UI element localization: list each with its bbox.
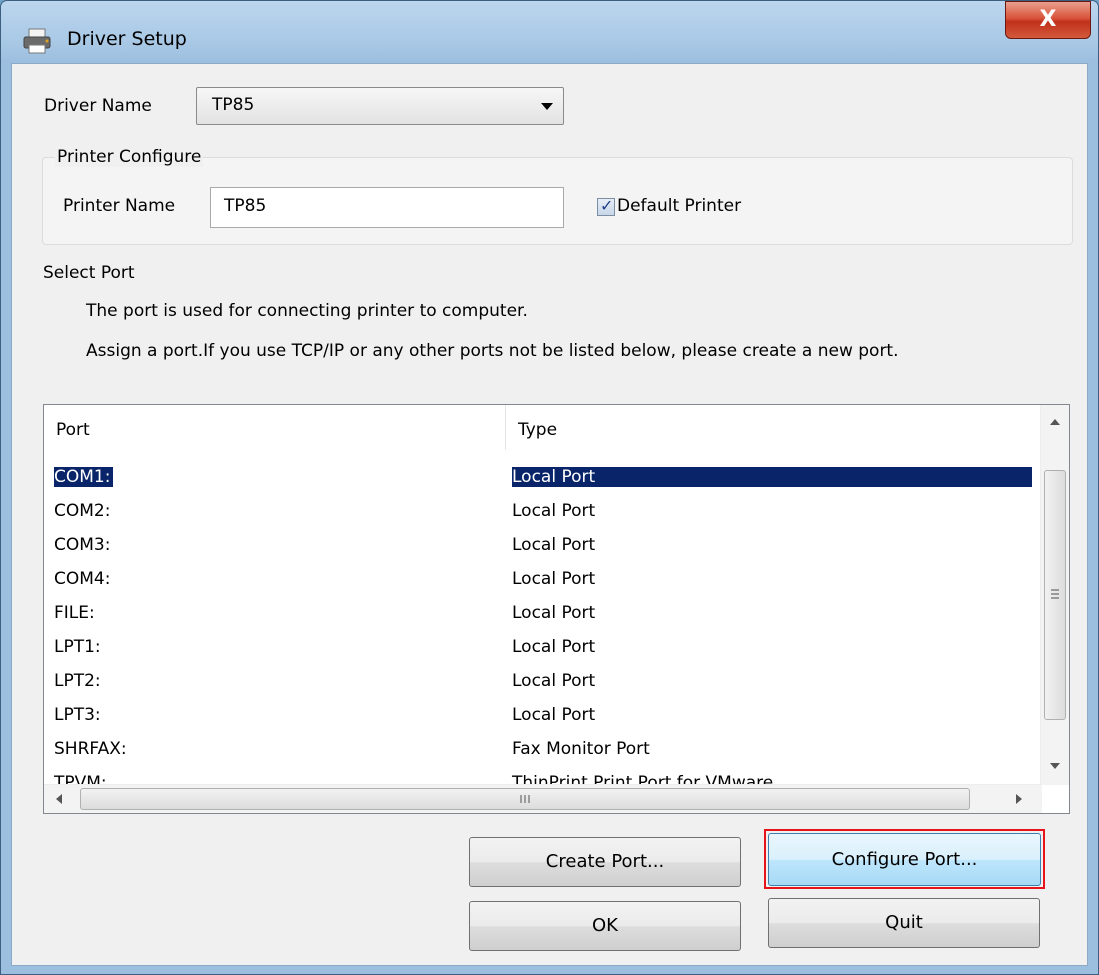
- table-row[interactable]: COM1: Local Port: [54, 461, 1032, 495]
- horizontal-scrollbar[interactable]: [44, 784, 1042, 813]
- driver-name-value: TP85: [212, 95, 255, 115]
- select-port-heading: Select Port: [43, 263, 135, 283]
- printer-name-input[interactable]: TP85: [210, 187, 564, 228]
- printer-icon: [23, 28, 51, 54]
- default-printer-checkbox[interactable]: ✓: [597, 196, 615, 216]
- scroll-left-icon[interactable]: [56, 794, 62, 804]
- port-list[interactable]: Port Type COM1: Local Port COM2: Local Por…: [43, 404, 1070, 814]
- scroll-up-icon[interactable]: [1050, 419, 1060, 425]
- scroll-down-icon[interactable]: [1050, 763, 1060, 769]
- table-row[interactable]: COM2: Local Port: [54, 495, 1032, 529]
- table-row[interactable]: COM4: Local Port: [54, 563, 1032, 597]
- dialog-body: Driver Name TP85 Printer Configure Print…: [11, 63, 1088, 966]
- table-row[interactable]: COM3: Local Port: [54, 529, 1032, 563]
- close-button[interactable]: X: [1005, 1, 1091, 39]
- grip-icon: [520, 795, 530, 803]
- default-printer-label[interactable]: Default Printer: [617, 196, 741, 216]
- select-port-description-2: Assign a port.If you use TCP/IP or any o…: [86, 341, 899, 361]
- printer-name-label: Printer Name: [63, 196, 176, 216]
- quit-button[interactable]: Quit: [768, 898, 1040, 948]
- driver-name-label: Driver Name: [44, 96, 152, 116]
- vertical-scrollbar[interactable]: [1040, 405, 1069, 785]
- table-row[interactable]: FILE: Local Port: [54, 597, 1032, 631]
- table-row[interactable]: SHRFAX: Fax Monitor Port: [54, 733, 1032, 767]
- printer-configure-label: Printer Configure: [55, 147, 204, 167]
- grip-icon: [1051, 589, 1059, 599]
- column-header-type[interactable]: Type: [506, 405, 1042, 450]
- dropdown-arrow-icon: [541, 103, 553, 110]
- table-row[interactable]: LPT2: Local Port: [54, 665, 1032, 699]
- checkmark-icon: ✓: [600, 196, 614, 215]
- driver-setup-window: Driver Setup X Driver Name TP85 Printer …: [0, 0, 1099, 975]
- table-row[interactable]: LPT3: Local Port: [54, 699, 1032, 733]
- printer-name-value: TP85: [224, 196, 267, 216]
- driver-name-combo[interactable]: TP85: [196, 87, 564, 125]
- ok-button[interactable]: OK: [469, 901, 741, 951]
- horizontal-scroll-thumb[interactable]: [80, 788, 970, 810]
- column-header-port[interactable]: Port: [44, 405, 506, 450]
- select-port-description-1: The port is used for connecting printer …: [86, 301, 528, 321]
- create-port-button[interactable]: Create Port...: [469, 837, 741, 887]
- title-bar[interactable]: Driver Setup X: [1, 1, 1098, 63]
- configure-port-highlight: [764, 829, 1045, 889]
- table-row[interactable]: LPT1: Local Port: [54, 631, 1032, 665]
- scroll-right-icon[interactable]: [1016, 794, 1022, 804]
- window-title: Driver Setup: [67, 28, 187, 50]
- vertical-scroll-thumb[interactable]: [1044, 470, 1066, 720]
- close-icon: X: [1039, 7, 1057, 32]
